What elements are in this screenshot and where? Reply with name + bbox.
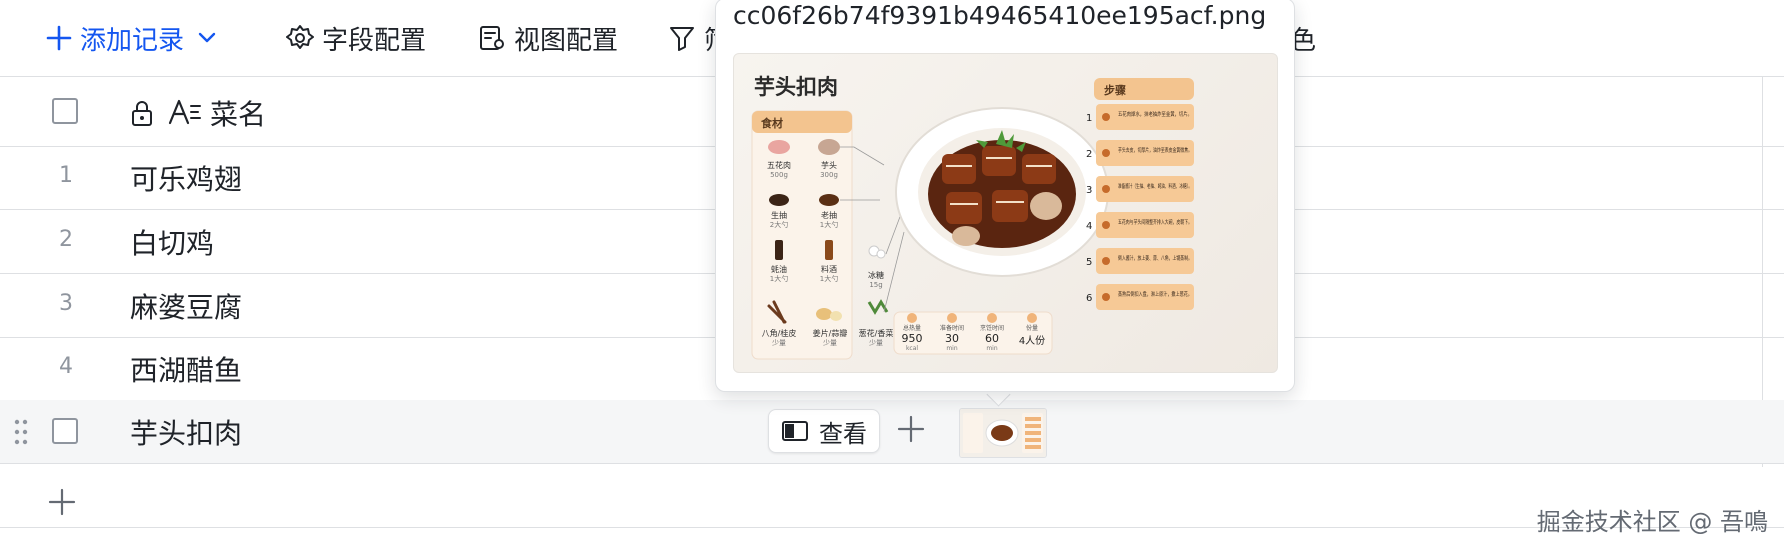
- view-config-button[interactable]: 视图配置: [478, 18, 618, 58]
- preview-filename: cc06f26b74f9391b49465410ee195acf.png: [733, 1, 1267, 30]
- stats-bar: 总热量 950 kcal 准备时间 30 min 烹饪时间 60 min 份量 …: [893, 311, 1053, 355]
- step-number: 1: [1086, 113, 1092, 124]
- image-thumbnail[interactable]: [959, 408, 1047, 458]
- stat-label: 总热量: [903, 324, 921, 332]
- stat-unit: kcal: [906, 345, 918, 352]
- dish-name-cell[interactable]: 麻婆豆腐: [130, 286, 242, 326]
- dish-plate: [895, 107, 1109, 277]
- step-number: 5: [1086, 257, 1092, 268]
- stat-unit: min: [986, 345, 998, 352]
- step-text: 蒸熟后倒扣入盘，淋上原汁，撒上葱花。: [1118, 290, 1192, 298]
- ingredient-amount: 500g: [770, 171, 788, 179]
- step-text: 准备酱汁（生抽、老抽、蚝油、料酒、冰糖）。: [1118, 182, 1192, 190]
- view-settings-icon: [480, 26, 504, 50]
- ingredient-name: 八角/桂皮: [762, 328, 797, 338]
- ingredient-amount: 1大勺: [820, 274, 838, 283]
- preview-image[interactable]: 芋头扣肉 食材 五花肉 500g 芋头 300g 生抽 2大勺 老抽 1大勺 蚝…: [733, 53, 1278, 373]
- ingredients-title: 食材: [761, 116, 783, 130]
- watermark: 掘金技术社区 @ 吾鳴: [1536, 508, 1768, 536]
- add-row-icon[interactable]: [48, 488, 76, 516]
- view-record-label: 查看: [819, 419, 867, 448]
- steps-title: 步骤: [1104, 83, 1126, 97]
- dish-name-cell[interactable]: 芋头扣肉: [130, 412, 242, 452]
- column-header-name[interactable]: 菜名: [210, 93, 266, 133]
- recipe-infographic: 芋头扣肉 食材 五花肉 500g 芋头 300g 生抽 2大勺 老抽 1大勺 蚝…: [751, 75, 1194, 360]
- ingredient-name: 老抽: [821, 210, 837, 220]
- ingredient-name: 冰糖: [868, 270, 884, 280]
- view-config-label: 视图配置: [514, 25, 619, 56]
- ingredient-name: 芋头: [821, 160, 837, 170]
- ingredient-name: 生抽: [771, 210, 787, 220]
- plus-icon: [46, 25, 72, 51]
- stat-value: 950: [902, 332, 923, 345]
- dish-name-cell[interactable]: 可乐鸡翅: [130, 158, 242, 198]
- dish-name-cell[interactable]: 白切鸡: [130, 222, 214, 262]
- view-record-button[interactable]: 查看: [768, 409, 880, 453]
- ingredient-amount: 少量: [772, 339, 786, 347]
- step-text: 芋头去皮，切厚片，油炸至表皮金黄微焦。: [1118, 146, 1192, 154]
- row-number: 1: [59, 163, 73, 188]
- ingredient-amount: 少量: [823, 339, 837, 347]
- steps-panel: 步骤 1 2 3 4 5 6 五花肉焯水，抹老抽炸至金黄，切片。 芋头去皮，切厚…: [1086, 78, 1194, 310]
- select-all-checkbox[interactable]: [52, 98, 78, 124]
- stat-label: 准备时间: [940, 324, 964, 332]
- ingredient-amount: 15g: [869, 281, 882, 289]
- ingredient-name: 葱花/香菜: [859, 328, 894, 338]
- row-number: 2: [59, 227, 73, 252]
- step-text: 五花肉焯水，抹老抽炸至金黄，切片。: [1118, 110, 1192, 118]
- row-number: 4: [59, 354, 73, 379]
- stat-value: 30: [945, 332, 959, 345]
- ingredient-name: 姜片/蒜瓣: [813, 328, 848, 338]
- stat-label: 份量: [1026, 324, 1038, 332]
- ingredients-panel: 食材 五花肉 500g 芋头 300g 生抽 2大勺 老抽 1大勺 蚝油 1大勺…: [751, 110, 853, 360]
- step-number: 2: [1086, 149, 1092, 160]
- field-config-button[interactable]: 字段配置: [286, 18, 426, 58]
- dish-name-cell[interactable]: 西湖醋鱼: [130, 349, 242, 389]
- ingredient-name: 料酒: [821, 264, 837, 274]
- filter-icon: [670, 27, 694, 51]
- ingredient-name: 蚝油: [771, 264, 787, 274]
- expand-panel-icon: [782, 421, 808, 441]
- stat-label: 烹饪时间: [980, 324, 1004, 332]
- table-row-hovered[interactable]: 芋头扣肉 查看: [0, 400, 1784, 464]
- recipe-thumbnail-image: [960, 409, 1046, 457]
- step-number: 3: [1086, 185, 1092, 196]
- row-number: 3: [59, 291, 73, 316]
- add-record-button[interactable]: 添加记录: [46, 18, 216, 58]
- ingredient-amount: 少量: [869, 339, 883, 347]
- step-text: 五花肉与芋头间隔整齐排入大碗，皮朝下。: [1118, 218, 1192, 226]
- step-text: 倒入酱汁，放上姜、蒜、八角，上锅蒸制。: [1118, 254, 1192, 262]
- step-number: 6: [1086, 293, 1092, 304]
- add-icon[interactable]: [896, 414, 926, 444]
- field-config-label: 字段配置: [322, 25, 427, 56]
- gear-icon: [286, 25, 314, 49]
- lock-icon: [132, 101, 152, 126]
- stat-value: 4人份: [1019, 335, 1045, 347]
- ingredient-amount: 1大勺: [770, 274, 788, 283]
- ingredient-amount: 1大勺: [820, 220, 838, 229]
- ingredient-name: 五花肉: [767, 160, 791, 170]
- drag-handle-icon[interactable]: [14, 419, 28, 445]
- image-preview-popover: cc06f26b74f9391b49465410ee195acf.png 芋头扣…: [715, 0, 1295, 392]
- add-row[interactable]: [0, 464, 1784, 528]
- chevron-down-icon[interactable]: [198, 32, 216, 44]
- text-field-type-icon: [168, 99, 201, 125]
- recipe-title: 芋头扣肉: [754, 75, 838, 99]
- ingredient-amount: 2大勺: [770, 220, 788, 229]
- step-number: 4: [1086, 221, 1092, 232]
- ingredient-amount: 300g: [820, 171, 838, 179]
- stat-unit: min: [946, 345, 958, 352]
- stat-value: 60: [985, 332, 999, 345]
- row-checkbox[interactable]: [52, 418, 78, 444]
- add-record-label: 添加记录: [80, 25, 185, 56]
